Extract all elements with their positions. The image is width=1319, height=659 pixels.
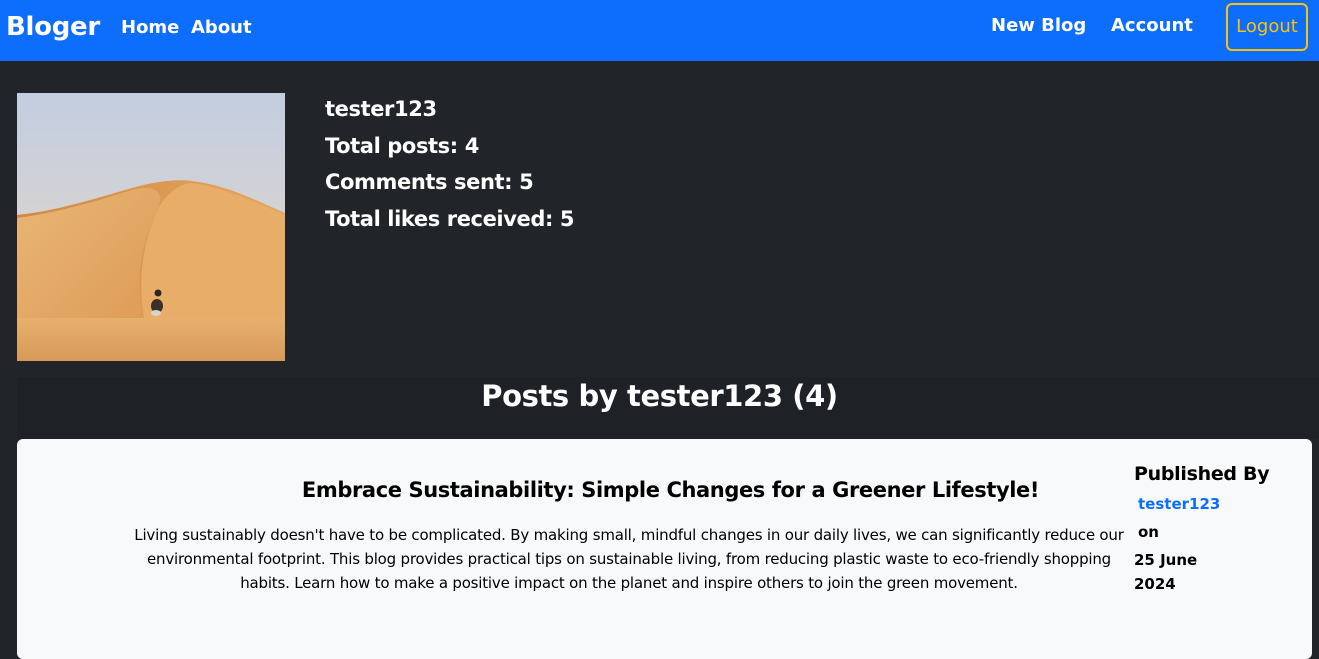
- desert-dune-image: [17, 93, 285, 361]
- published-by-label: Published By: [1134, 463, 1270, 485]
- stat-comments-sent: Comments sent: 5: [325, 170, 534, 195]
- post-date: 25 June 2024: [1134, 551, 1198, 593]
- stat-total-posts: Total posts: 4: [325, 133, 479, 158]
- brand-logo[interactable]: Bloger: [6, 12, 100, 42]
- profile-username: tester123: [325, 97, 437, 121]
- logout-button[interactable]: Logout: [1226, 3, 1308, 51]
- top-navbar: Bloger Home About New Blog Account Logou…: [0, 0, 1319, 61]
- post-author-link[interactable]: tester123: [1138, 490, 1294, 518]
- profile-picture: [17, 93, 285, 361]
- profile-stats: tester123 Total posts: 4 Comments sent: …: [325, 95, 575, 242]
- nav-link-new-blog[interactable]: New Blog: [991, 15, 1086, 36]
- post-excerpt: Living sustainably doesn't have to be co…: [134, 526, 1124, 592]
- post-card: Embrace Sustainability: Simple Changes f…: [17, 439, 1312, 659]
- post-title[interactable]: Embrace Sustainability: Simple Changes f…: [133, 478, 1208, 502]
- on-label: on: [1138, 523, 1159, 541]
- post-meta: Published By tester123 on 25 June 2024: [1134, 459, 1294, 596]
- nav-link-home[interactable]: Home: [121, 17, 179, 38]
- posts-heading: Posts by tester123 (4): [481, 379, 838, 413]
- nav-link-account[interactable]: Account: [1111, 15, 1193, 36]
- stat-total-likes: Total likes received: 5: [325, 207, 575, 232]
- nav-link-about[interactable]: About: [191, 17, 252, 38]
